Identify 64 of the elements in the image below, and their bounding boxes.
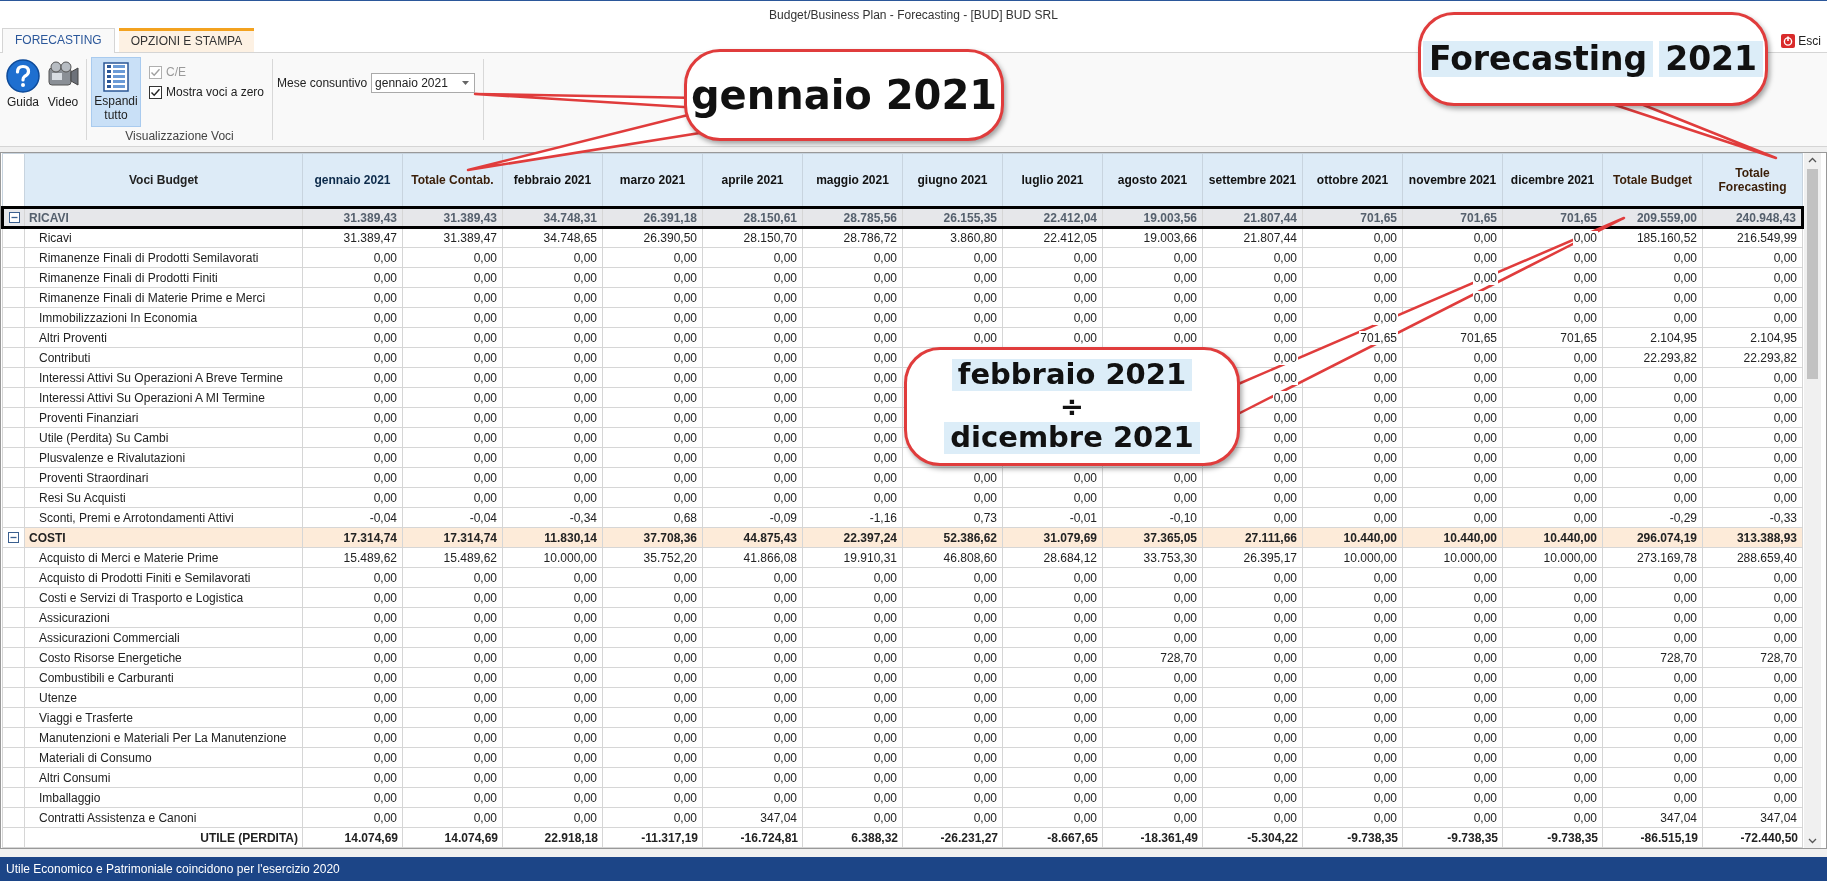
actual-column-header[interactable]: gennaio 2021 xyxy=(302,153,403,208)
group-total-cell: 701,65 xyxy=(1402,207,1503,228)
month-column-header[interactable]: febbraio 2021 xyxy=(502,153,603,208)
checkbox[interactable]: Mostra voci a zero xyxy=(149,85,265,99)
callout-text: febbraio 2021 xyxy=(951,358,1193,391)
group-row[interactable]: RICAVI 31.389,43 31.389,43 34.748,31 26.391,18 28.150,61 28.785,56 26.155,35 22.412,04 19.003,56 21.807,44 701,65 701,65 701,65 209.559,00 240.948,43 xyxy=(2,207,1803,228)
collapse-toggle[interactable] xyxy=(8,212,20,223)
group-total-cell: 34.748,31 xyxy=(502,207,603,228)
total-column-header[interactable]: Totale Budget xyxy=(1602,153,1703,208)
window-title: Budget/Business Plan - Forecasting - [BUD] BUD SRL xyxy=(769,7,1058,22)
checkmark-icon xyxy=(149,65,162,79)
group-label: Visualizzazione Voci xyxy=(124,129,235,143)
month-column-header[interactable]: settembre 2021 xyxy=(1202,153,1303,208)
scroll-up-icon[interactable] xyxy=(1808,157,1817,163)
power-icon xyxy=(1781,34,1796,48)
list-icon xyxy=(102,62,130,92)
ribbon-tab[interactable]: FORECASTING xyxy=(2,28,115,53)
callout-text: dicembre 2021 xyxy=(944,422,1200,455)
month-column-header[interactable]: novembre 2021 xyxy=(1402,153,1503,208)
scrollbar-thumb[interactable] xyxy=(1807,169,1818,379)
group-total-cell: 19.003,56 xyxy=(1102,207,1203,228)
month-column-header[interactable]: ottobre 2021 xyxy=(1302,153,1403,208)
callout-text: ÷ xyxy=(1059,390,1085,423)
month-column-header[interactable]: aprile 2021 xyxy=(702,153,803,208)
column-header[interactable]: Voci Budget xyxy=(24,153,303,208)
group-total-cell: 26.391,18 xyxy=(602,207,703,228)
group-total-cell: 21.807,44 xyxy=(1202,207,1303,228)
collapse-toggle[interactable] xyxy=(8,532,19,543)
month-column-header[interactable]: giugno 2021 xyxy=(902,153,1003,208)
exit-button[interactable]: Esci xyxy=(1775,34,1827,52)
group-total-cell: 701,65 xyxy=(1502,207,1603,228)
scroll-down-icon[interactable] xyxy=(1808,838,1817,844)
total-column-header[interactable]: Totale Contab. xyxy=(402,153,503,208)
group-total-cell: 31.389,43 xyxy=(302,207,403,228)
expand-all-button[interactable]: Espandi tutto xyxy=(91,57,141,127)
group-total-cell: 22.412,04 xyxy=(1002,207,1103,228)
month-column-header[interactable]: agosto 2021 xyxy=(1102,153,1203,208)
month-column-header[interactable]: marzo 2021 xyxy=(602,153,703,208)
checkmark-icon xyxy=(149,85,162,99)
dropdown-caret-icon xyxy=(462,81,470,85)
field-label: Mese consuntivo xyxy=(277,75,368,92)
group-total-cell: 240.948,43 xyxy=(1702,207,1803,228)
scrollbar[interactable] xyxy=(1804,153,1821,848)
callout-text: Forecasting xyxy=(1422,40,1654,78)
total-column-header[interactable]: Totale Forecasting xyxy=(1702,153,1803,208)
group-total-cell: 28.150,61 xyxy=(702,207,803,228)
month-column-header[interactable]: luglio 2021 xyxy=(1002,153,1103,208)
group-row[interactable]: COSTI 17.314,74 17.314,74 11.830,14 37.708,36 44.875,43 22.397,24 52.386,62 31.079,69 37.365,05 27.111,66 10.440,00 10.440,00 10.440,00 296.074,19 313.388,93 xyxy=(2,527,1803,548)
group-total-cell: 209.559,00 xyxy=(1602,207,1703,228)
group-label: RICAVI xyxy=(24,207,303,228)
ribbon-tab[interactable]: OPZIONI E STAMPA xyxy=(118,28,255,52)
group-total-cell: 701,65 xyxy=(1302,207,1403,228)
help-button[interactable]: Guida xyxy=(4,57,42,111)
video-button[interactable]: Video xyxy=(44,57,82,111)
callout-text: gennaio 2021 xyxy=(690,73,998,117)
callout-text: 2021 xyxy=(1659,40,1764,78)
help-icon xyxy=(6,59,40,93)
group-total-cell: 26.155,35 xyxy=(902,207,1003,228)
month-column-header[interactable]: dicembre 2021 xyxy=(1502,153,1603,208)
group-total-cell: 31.389,43 xyxy=(402,207,503,228)
group-total-cell: 28.785,56 xyxy=(802,207,903,228)
month-dropdown[interactable]: gennaio 2021 xyxy=(371,73,476,93)
month-column-header[interactable]: maggio 2021 xyxy=(802,153,903,208)
status-bar: Utile Economico e Patrimoniale coincidono per l'esercizio 2020 xyxy=(0,857,1827,881)
